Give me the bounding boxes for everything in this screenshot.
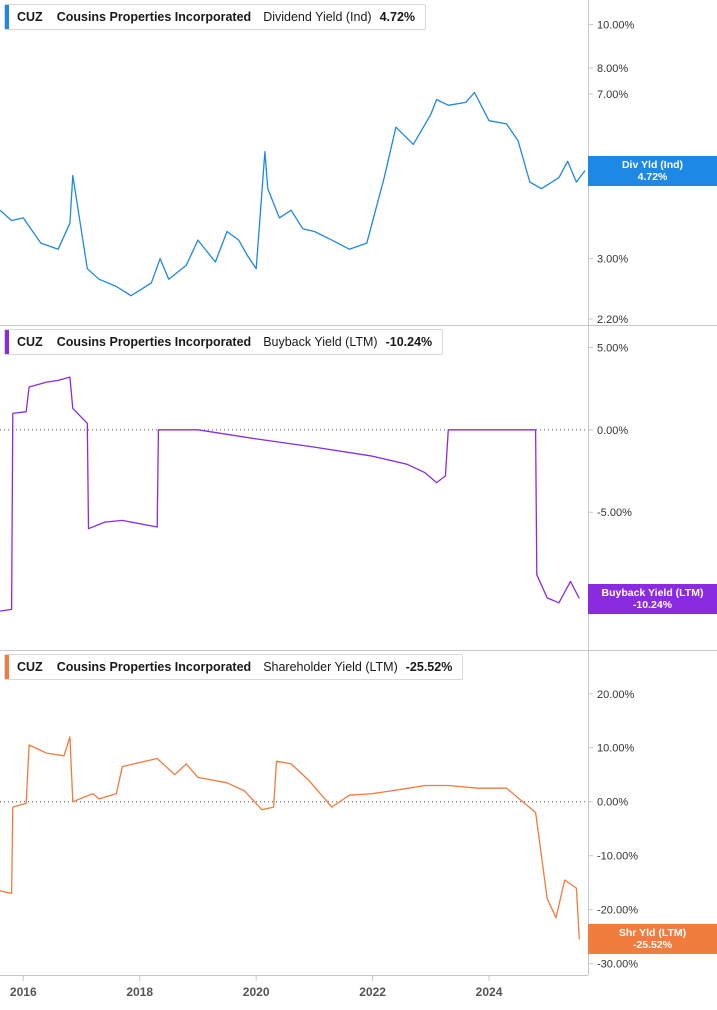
shareholder-metric-value: -25.52% <box>405 660 453 674</box>
shareholder-panel-header: CUZ Cousins Properties Incorporated Shar… <box>4 654 464 680</box>
buyback-accent-bar <box>5 330 9 354</box>
x-tick-label: 2016 <box>10 985 37 999</box>
buyback-company-name: Cousins Properties Incorporated <box>56 335 252 349</box>
buyback-tag-label: Buyback Yield (LTM) <box>601 586 704 599</box>
buyback-y-tick-label: -5.00% <box>597 507 632 519</box>
shareholder-y-tick-label: 0.00% <box>597 797 628 809</box>
buyback-last-value-tag: Buyback Yield (LTM) -10.24% <box>588 583 717 614</box>
dividend-tag-label: Div Yld (Ind) <box>621 158 684 171</box>
shareholder-y-tick-label: 20.00% <box>597 689 635 701</box>
x-tick-label: 2018 <box>126 985 153 999</box>
shareholder-metric-name: Shareholder Yield (LTM) <box>263 660 398 674</box>
x-tick-label: 2024 <box>476 985 503 999</box>
dividend-tag-value: 4.72% <box>637 170 668 183</box>
dividend-y-tick-label: 3.00% <box>597 254 628 266</box>
shareholder-series-line <box>0 736 580 940</box>
buyback-y-tick-label: 5.00% <box>597 342 628 354</box>
shareholder-y-tick-label: -10.00% <box>597 851 638 863</box>
dividend-y-tick-label: 2.20% <box>597 314 628 326</box>
shareholder-company-name: Cousins Properties Incorporated <box>56 660 252 674</box>
dividend-ticker: CUZ <box>17 10 43 24</box>
buyback-y-tick-label: 0.00% <box>597 425 628 437</box>
shareholder-tag-label: Shr Yld (LTM) <box>618 927 687 940</box>
dividend-last-value-tag: Div Yld (Ind) 4.72% <box>588 155 717 186</box>
dividend-series-line <box>0 91 586 297</box>
dividend-y-tick-label: 10.00% <box>597 20 635 32</box>
dividend-accent-bar <box>5 5 9 29</box>
buyback-ticker: CUZ <box>17 335 43 349</box>
chart-root: 10.00%8.00%7.00%5.00%3.00%2.20%5.00%0.00… <box>0 0 717 1005</box>
chart-svg: 10.00%8.00%7.00%5.00%3.00%2.20%5.00%0.00… <box>0 0 717 999</box>
shareholder-y-tick-label: -20.00% <box>597 905 638 917</box>
dividend-panel-header: CUZ Cousins Properties Incorporated Divi… <box>4 4 427 30</box>
shareholder-y-tick-label: -30.00% <box>597 959 638 971</box>
x-tick-label: 2020 <box>243 985 270 999</box>
shareholder-ticker: CUZ <box>17 660 43 674</box>
buyback-metric-name: Buyback Yield (LTM) <box>263 335 378 349</box>
x-tick-label: 2022 <box>359 985 386 999</box>
dividend-metric-name: Dividend Yield (Ind) <box>263 10 372 24</box>
shareholder-accent-bar <box>5 655 9 679</box>
buyback-tag-value: -10.24% <box>632 598 673 611</box>
dividend-y-tick-label: 7.00% <box>597 89 628 101</box>
shareholder-last-value-tag: Shr Yld (LTM) -25.52% <box>588 924 717 955</box>
buyback-metric-value: -10.24% <box>385 335 433 349</box>
dividend-company-name: Cousins Properties Incorporated <box>56 10 252 24</box>
dividend-y-tick-label: 8.00% <box>597 63 628 75</box>
buyback-series-line <box>0 376 580 612</box>
shareholder-tag-value: -25.52% <box>632 939 673 952</box>
dividend-metric-value: 4.72% <box>379 10 416 24</box>
buyback-panel-header: CUZ Cousins Properties Incorporated Buyb… <box>4 329 444 355</box>
shareholder-y-tick-label: 10.00% <box>597 743 635 755</box>
